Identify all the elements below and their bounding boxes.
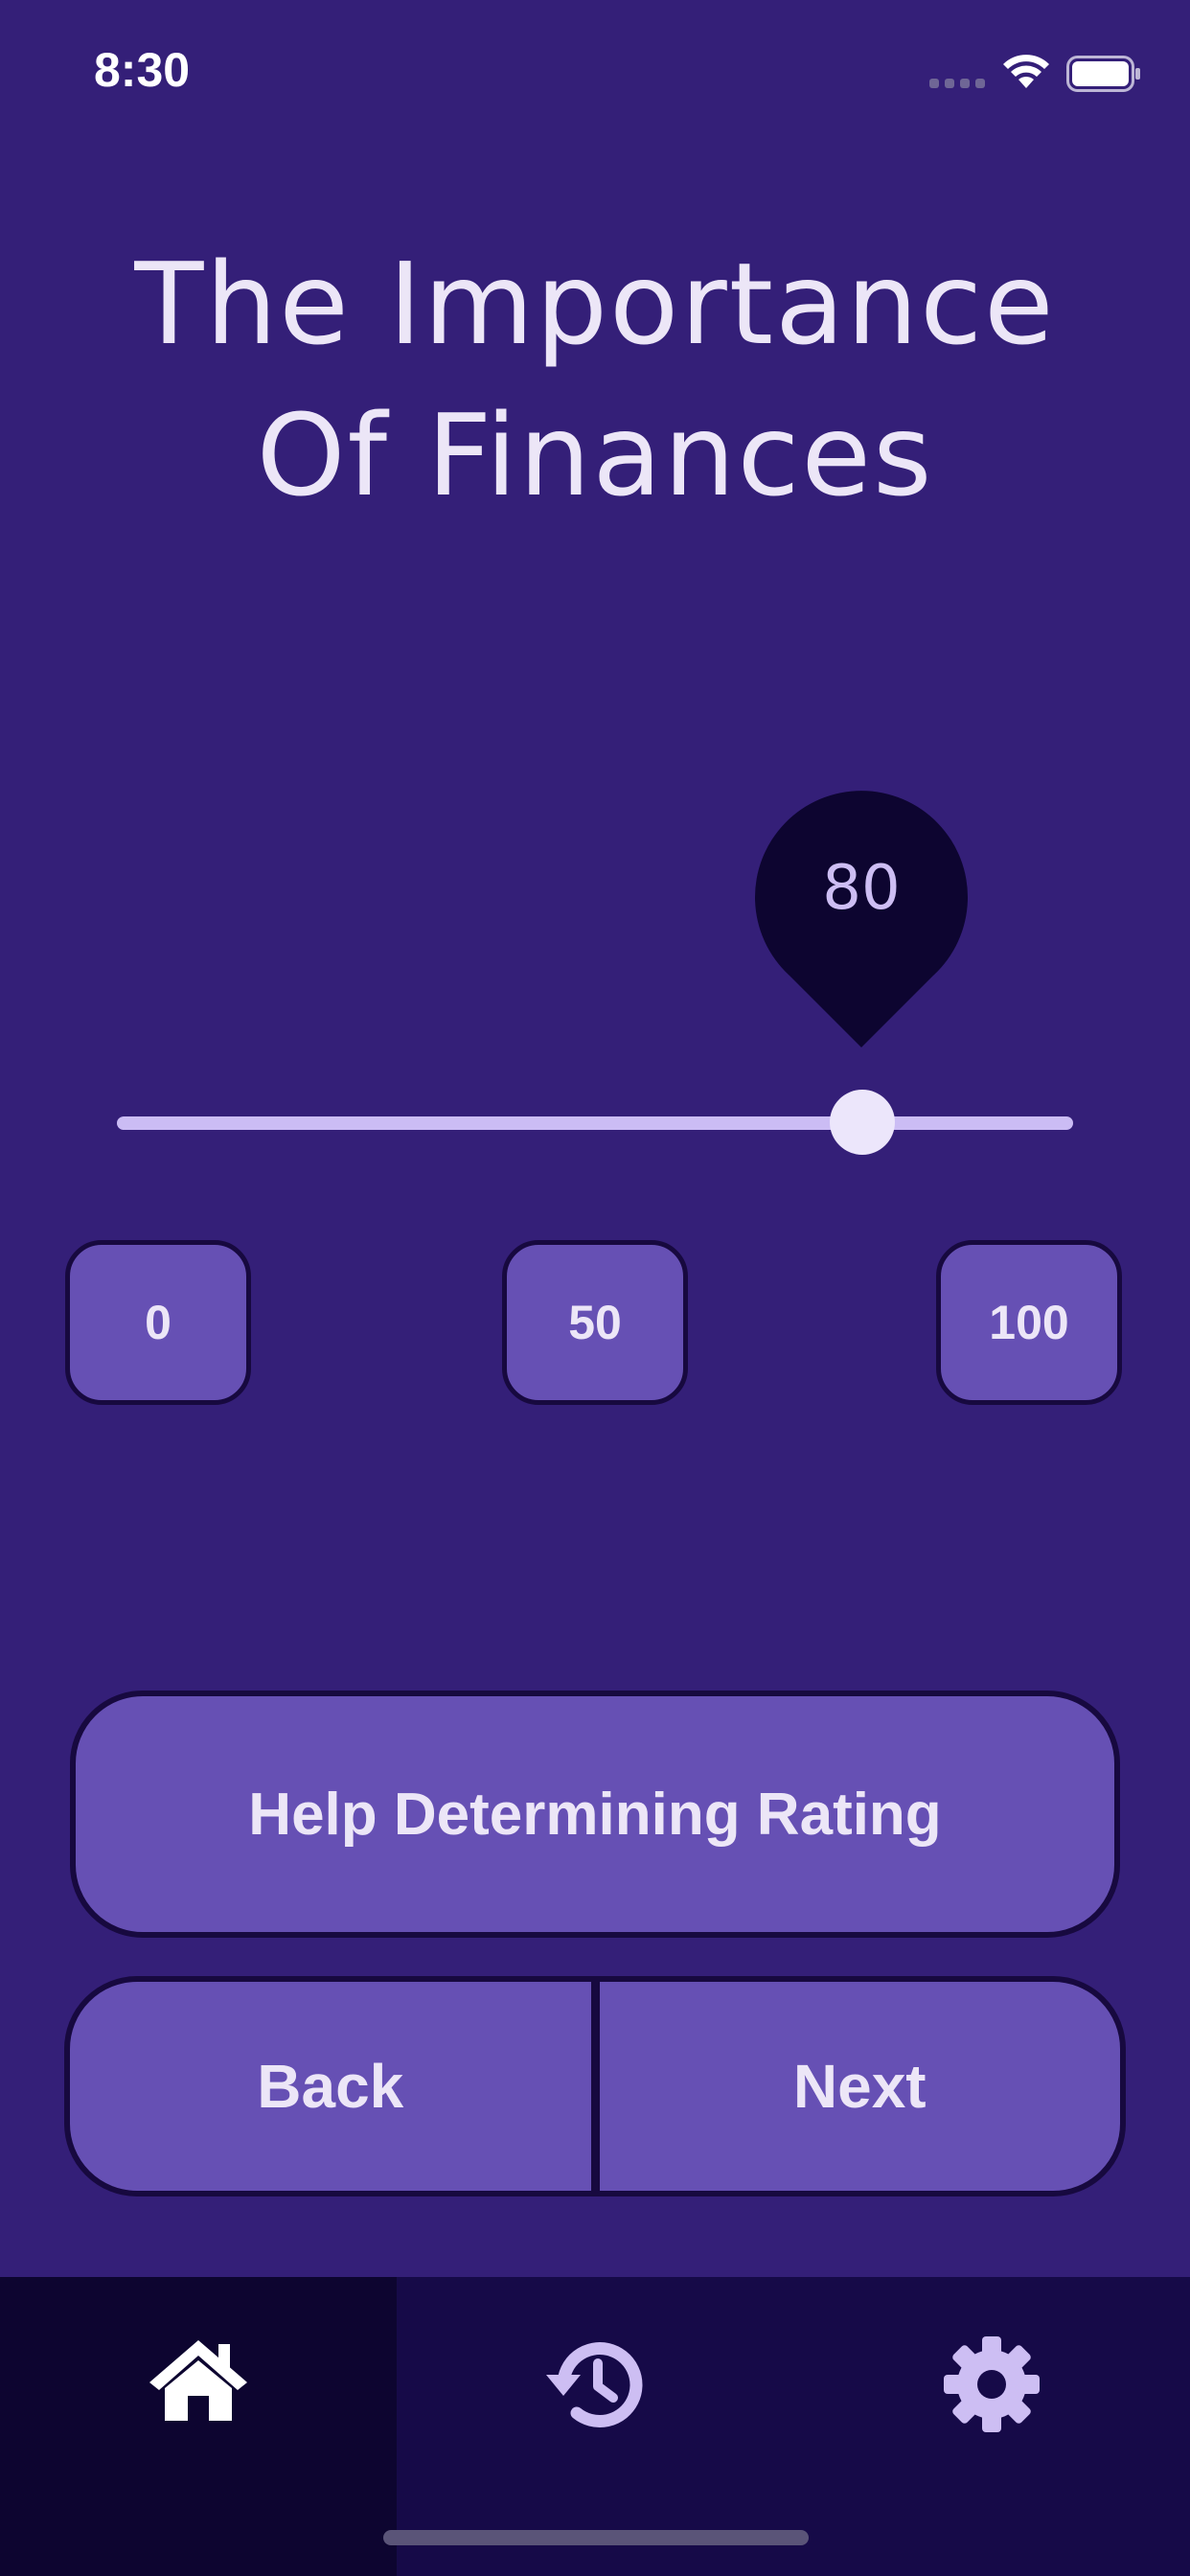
help-determining-rating-button[interactable]: Help Determining Rating — [70, 1690, 1120, 1938]
next-button[interactable]: Next — [600, 1982, 1121, 2191]
navigation-divider — [590, 1982, 600, 2191]
status-bar: 8:30 — [0, 0, 1190, 144]
preset-50-button[interactable]: 50 — [502, 1240, 688, 1405]
slider-value-label: 80 — [822, 853, 901, 924]
preset-0-button[interactable]: 0 — [65, 1240, 251, 1405]
navigation-button-group: Back Next — [64, 1976, 1126, 2196]
gear-icon — [944, 2336, 1040, 2432]
tab-home[interactable] — [0, 2277, 397, 2576]
cellular-signal-icon — [929, 79, 985, 88]
wifi-icon — [1003, 55, 1049, 88]
status-time: 8:30 — [94, 43, 191, 97]
rating-slider-thumb[interactable] — [830, 1090, 895, 1155]
battery-icon — [1066, 56, 1140, 92]
back-button[interactable]: Back — [70, 1982, 591, 2191]
home-indicator — [383, 2530, 809, 2545]
preset-100-button[interactable]: 100 — [936, 1240, 1122, 1405]
title-line-1: The Importance — [134, 238, 1056, 370]
tab-settings[interactable] — [793, 2277, 1190, 2576]
home-icon — [149, 2340, 247, 2421]
history-icon — [546, 2342, 643, 2428]
page-title: The Importance Of Finances — [0, 228, 1190, 531]
title-line-2: Of Finances — [256, 389, 934, 521]
rating-slider-track[interactable] — [117, 1116, 1073, 1130]
